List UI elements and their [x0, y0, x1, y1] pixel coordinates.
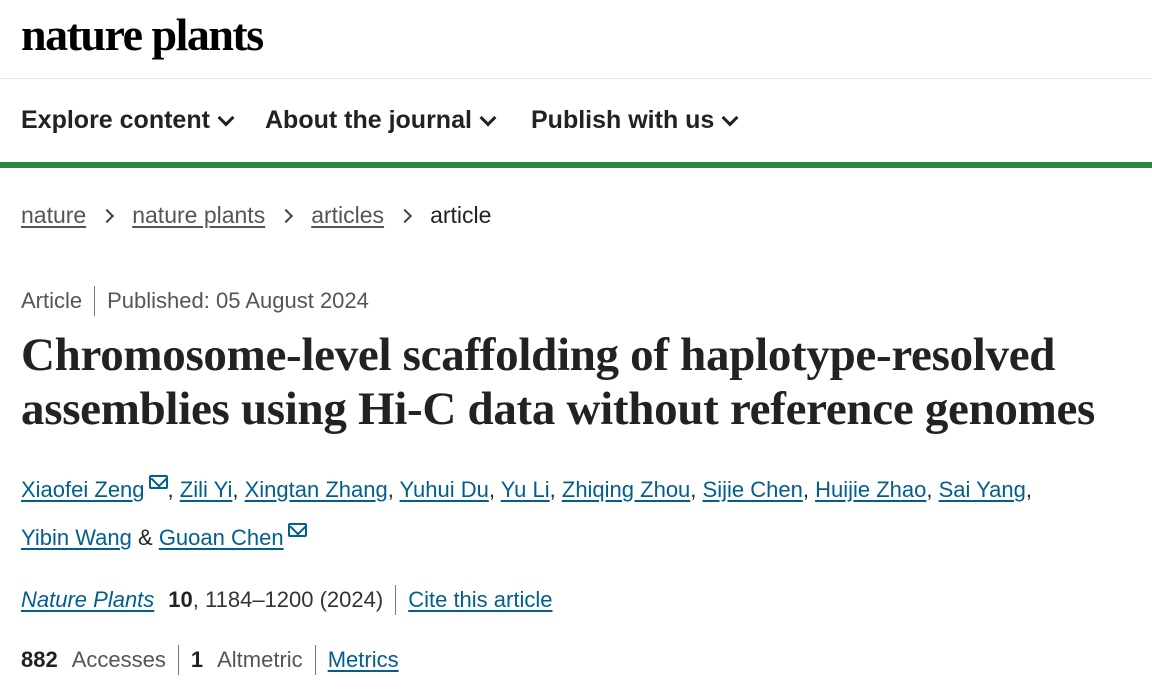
author-link[interactable]: Sijie Chen — [703, 477, 803, 502]
author-link[interactable]: Xiaofei Zeng — [21, 477, 145, 502]
envelope-icon[interactable] — [148, 475, 168, 489]
site-header: nature plants — [0, 0, 1152, 79]
accesses-count: 882 — [21, 647, 58, 672]
chevron-right-icon — [279, 208, 294, 223]
chevron-right-icon — [100, 208, 115, 223]
nav-label: Explore content — [21, 106, 210, 134]
pages-year: , 1184–1200 (2024) — [192, 587, 384, 612]
breadcrumb-link-nature-plants[interactable]: nature plants — [132, 202, 265, 229]
nav-label: Publish with us — [531, 106, 715, 134]
breadcrumb: nature nature plants articles article — [21, 202, 491, 229]
nav-label: About the journal — [265, 106, 472, 134]
author-link[interactable]: Xingtan Zhang — [245, 477, 388, 502]
citation-line: Nature Plants 10 , 1184–1200 (2024) Cite… — [21, 585, 552, 615]
author-link[interactable]: Guoan Chen — [159, 525, 284, 550]
article-meta: Article Published: 05 August 2024 — [21, 286, 369, 316]
nav-about-journal[interactable]: About the journal — [265, 106, 497, 135]
publish-date: Published: 05 August 2024 — [107, 288, 369, 313]
nav-explore-content[interactable]: Explore content — [21, 106, 235, 135]
author-link[interactable]: Zhiqing Zhou — [562, 477, 690, 502]
metrics-link[interactable]: Metrics — [328, 647, 399, 673]
breadcrumb-current: article — [430, 202, 492, 228]
author-list: Xiaofei Zeng, Zili Yi, Xingtan Zhang, Yu… — [21, 475, 1032, 550]
author-link[interactable]: Yibin Wang — [21, 525, 132, 550]
breadcrumb-link-nature[interactable]: nature — [21, 202, 86, 229]
chevron-down-icon — [721, 109, 739, 126]
altmetric-count: 1 — [190, 647, 204, 672]
divider — [94, 286, 96, 316]
author-link[interactable]: Sai Yang — [939, 477, 1026, 502]
volume: 10 — [168, 587, 193, 612]
article-stats: 882 Accesses 1 Altmetric Metrics — [21, 645, 399, 675]
chevron-down-icon — [217, 109, 235, 126]
accesses-label: Accesses — [71, 647, 166, 672]
altmetric-label: Altmetric — [217, 647, 303, 672]
divider — [177, 645, 179, 675]
author-link[interactable]: Yu Li — [501, 477, 550, 502]
main-nav: Explore content About the journal Publis… — [0, 79, 1152, 168]
author-link[interactable]: Huijie Zhao — [815, 477, 926, 502]
envelope-icon[interactable] — [287, 523, 307, 537]
author-link[interactable]: Yuhui Du — [400, 477, 489, 502]
author-conjunction: & — [138, 525, 153, 550]
author-link[interactable]: Zili Yi — [180, 477, 233, 502]
breadcrumb-link-articles[interactable]: articles — [311, 202, 384, 229]
divider — [314, 645, 316, 675]
journal-link[interactable]: Nature Plants — [21, 587, 154, 613]
article-title: Chromosome-level scaffolding of haplotyp… — [21, 329, 1096, 435]
chevron-right-icon — [397, 208, 413, 223]
journal-logo[interactable]: nature plants — [21, 8, 264, 61]
article-type: Article — [21, 288, 83, 313]
cite-article-link[interactable]: Cite this article — [408, 587, 552, 613]
chevron-down-icon — [479, 109, 497, 126]
divider — [395, 585, 397, 615]
nav-publish-with-us[interactable]: Publish with us — [531, 106, 739, 135]
